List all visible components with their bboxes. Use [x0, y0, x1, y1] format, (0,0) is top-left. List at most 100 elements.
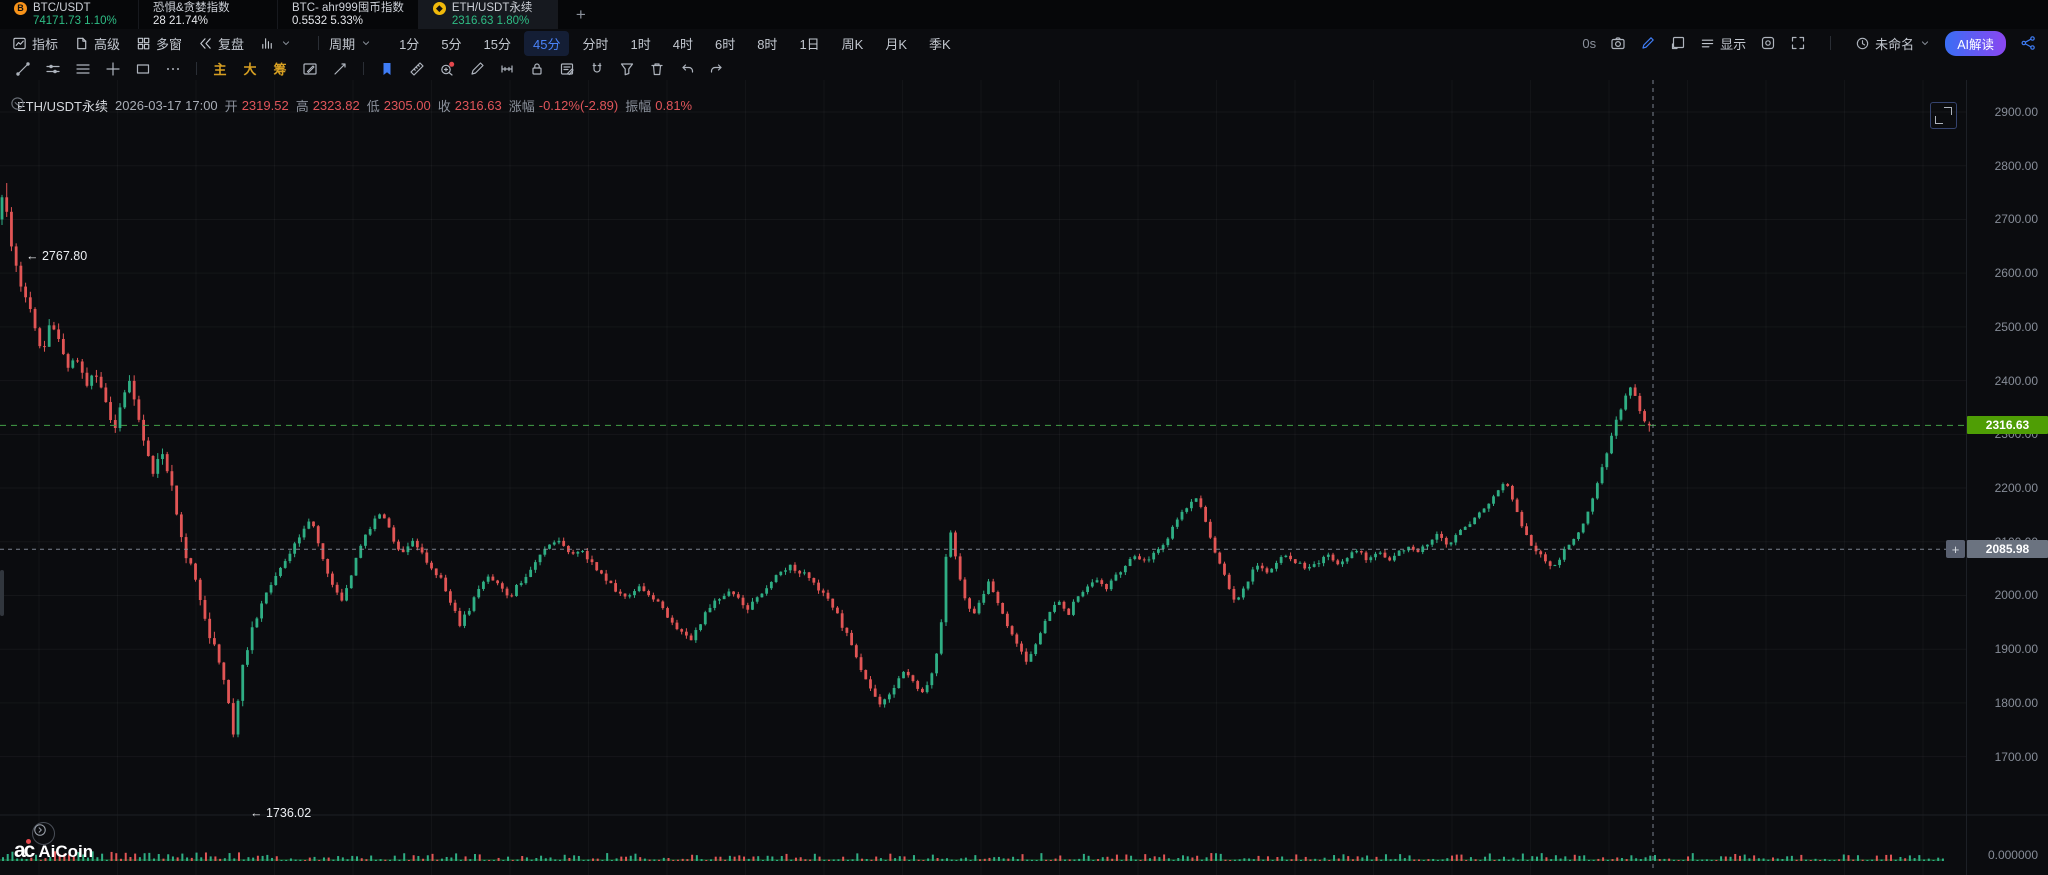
period-dropdown[interactable]: 周期: [329, 34, 372, 53]
chevron-down-icon: [360, 37, 372, 49]
eth-coin-icon: ◆: [433, 2, 446, 15]
ai-analysis-button[interactable]: AI解读: [1945, 31, 2006, 56]
multi-window-tool[interactable]: 多窗: [136, 34, 182, 53]
ruler-tool[interactable]: [404, 59, 430, 79]
note-tool[interactable]: [554, 59, 580, 79]
replay-edit-tool[interactable]: [297, 59, 323, 79]
chart-area[interactable]: ETH/USDT永续2026-03-17 17:00开2319.52高2323.…: [0, 80, 2048, 875]
ticker-tab-4[interactable]: ◆ETH/USDT永续2316.63 1.80%: [419, 0, 558, 29]
replay-tool-label: 复盘: [218, 34, 244, 53]
timeframe-4时[interactable]: 4时: [664, 31, 702, 56]
crosshair-tool[interactable]: [100, 59, 126, 79]
ticker-tab-3[interactable]: BTC- ahr999囤币指数0.5532 5.33%: [278, 0, 419, 29]
layout-name-dropdown[interactable]: 未命名: [1855, 34, 1931, 53]
save-layout-button[interactable]: [1670, 35, 1686, 51]
redo-button[interactable]: [704, 59, 730, 79]
delete-tool[interactable]: [644, 59, 670, 79]
price-tick-label: 1800.00: [1966, 696, 2038, 710]
replay-tool[interactable]: 复盘: [198, 34, 244, 53]
ohlc-field-value: 2316.63: [455, 98, 502, 113]
timeframe-6时[interactable]: 6时: [706, 31, 744, 56]
draw-button[interactable]: [1640, 35, 1656, 51]
candlestick-chart[interactable]: [0, 80, 2048, 875]
chevron-down-icon: [1919, 37, 1931, 49]
screenshot-button[interactable]: [1610, 35, 1626, 51]
magnet-icon: [589, 61, 605, 77]
share-icon: [2020, 35, 2036, 51]
bookmark-tool[interactable]: [374, 59, 400, 79]
brush-icon: [469, 61, 485, 77]
parallel-lines-tool[interactable]: [70, 59, 96, 79]
ticker-tab-1[interactable]: BBTC/USDT74171.73 1.10%: [0, 0, 139, 29]
chip-distribution-tool[interactable]: 筹: [267, 59, 293, 79]
add-tab-button[interactable]: +: [558, 0, 604, 29]
candle-countdown: 0s: [1582, 36, 1596, 51]
undo-button[interactable]: [674, 59, 700, 79]
share-button[interactable]: [2020, 35, 2036, 51]
magnet-tool[interactable]: [584, 59, 610, 79]
indicator-tool[interactable]: 指标: [12, 34, 58, 53]
crosshair-price-badge: 2085.98: [1967, 540, 2048, 558]
lock-tool[interactable]: [524, 59, 550, 79]
snapshot-icon: [1760, 35, 1776, 51]
ticker-tab-title-row: 恐惧&贪婪指数: [153, 2, 263, 15]
main-indicator-tool[interactable]: 主: [207, 59, 233, 79]
aicoin-logo-text: AiCoin: [38, 842, 93, 861]
rectangle-tool[interactable]: [130, 59, 156, 79]
left-scrollbar-handle[interactable]: [0, 570, 4, 616]
fullscreen-button[interactable]: [1790, 35, 1806, 51]
clock-icon: [1855, 36, 1870, 51]
advanced-tool[interactable]: 高级: [74, 34, 120, 53]
volume-style-tool[interactable]: [260, 36, 292, 51]
timeframe-15分[interactable]: 15分: [475, 31, 520, 56]
timeframe-1日[interactable]: 1日: [790, 31, 828, 56]
ticker-tab-2[interactable]: 恐惧&贪婪指数28 21.74%: [139, 0, 278, 29]
brush-tool[interactable]: [464, 59, 490, 79]
ticker-tab-title: 恐惧&贪婪指数: [153, 2, 230, 15]
timeframe-1时[interactable]: 1时: [622, 31, 660, 56]
timeframe-1分[interactable]: 1分: [390, 31, 428, 56]
symbol-label: ETH/USDT永续: [17, 96, 108, 115]
aicoin-logo-mark: ac: [14, 841, 33, 861]
candle-timestamp: 2026-03-17 17:00: [115, 98, 218, 113]
add-order-button[interactable]: +: [1946, 540, 1965, 558]
ohlc-field-value: 2323.82: [313, 98, 360, 113]
measure-icon: [499, 61, 515, 77]
main-toolbar: 指标高级多窗 复盘 周期 1分5分15分45分分时1时4时6时8时1日周K月K季K 0s…: [0, 29, 2048, 58]
ohlc-field-label: 低: [367, 96, 380, 115]
display-settings-button[interactable]: 显示: [1700, 34, 1746, 53]
timeframe-周K[interactable]: 周K: [833, 31, 873, 56]
toolbar-divider: [1830, 36, 1831, 50]
cross-icon: [105, 61, 121, 77]
price-tick-label: 2800.00: [1966, 159, 2038, 173]
more-tools[interactable]: [160, 59, 186, 79]
measure-tool[interactable]: [494, 59, 520, 79]
timeframe-8时[interactable]: 8时: [748, 31, 786, 56]
restore-chart-size-icon[interactable]: [1930, 102, 1957, 129]
timeframe-5分[interactable]: 5分: [432, 31, 470, 56]
undo-icon: [679, 61, 695, 77]
ohlc-field-label: 振幅: [625, 96, 651, 115]
horizontal-line-tool[interactable]: [40, 59, 66, 79]
trend-line-tool[interactable]: [10, 59, 36, 79]
timeframe-分时[interactable]: 分时: [573, 31, 617, 56]
filter-tool[interactable]: [614, 59, 640, 79]
large-chart-tool[interactable]: 大: [237, 59, 263, 79]
timeframe-月K[interactable]: 月K: [876, 31, 916, 56]
layout-name-label: 未命名: [1875, 34, 1914, 53]
camera-icon: [1610, 35, 1626, 51]
redo-icon: [709, 61, 725, 77]
price-tick-label: 2400.00: [1966, 374, 2038, 388]
timeframe-45分[interactable]: 45分: [524, 31, 569, 56]
timeframe-季K[interactable]: 季K: [920, 31, 960, 56]
chart-style-button[interactable]: [1760, 35, 1776, 51]
ticker-tab-title: BTC- ahr999囤币指数: [292, 2, 404, 15]
bookmark-icon: [379, 61, 395, 77]
ohlc-info-bar: ETH/USDT永续2026-03-17 17:00开2319.52高2323.…: [10, 96, 692, 115]
multiwin-icon: [136, 36, 151, 51]
zoom-in-tool[interactable]: [434, 59, 460, 79]
ticker-tab-title: BTC/USDT: [33, 2, 91, 15]
toolbar-right-group: 0s 显示 未命名 AI解读: [1582, 31, 2036, 56]
price-tick-label: 2700.00: [1966, 212, 2038, 226]
cursor-line-tool[interactable]: [327, 59, 353, 79]
